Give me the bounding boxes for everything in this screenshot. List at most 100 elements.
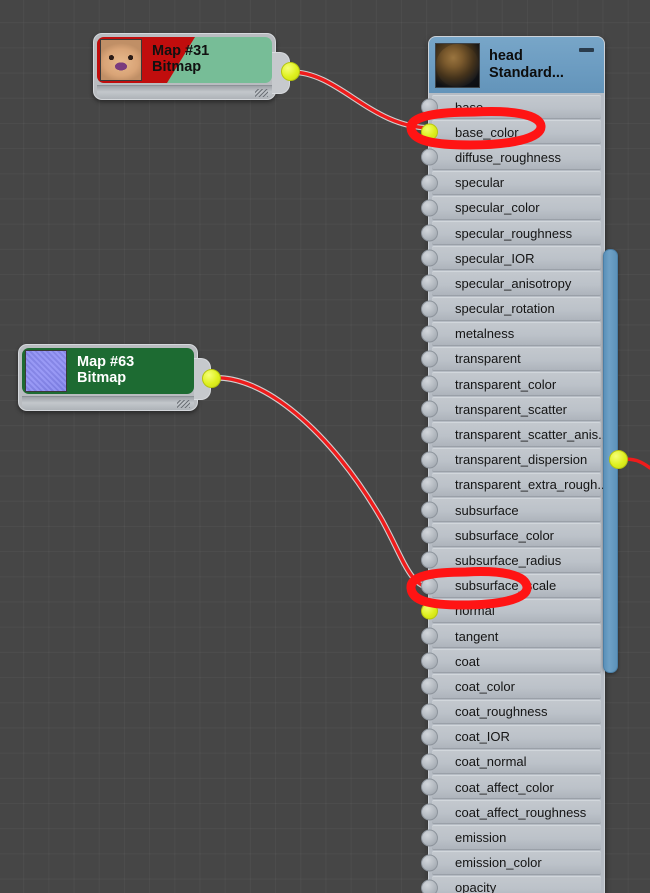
parameter-socket-transparent[interactable] (421, 350, 438, 368)
parameter-row[interactable]: emission (421, 825, 601, 850)
parameter-socket-tangent[interactable] (421, 627, 438, 645)
node-map63[interactable]: Map #63 Bitmap (18, 344, 198, 411)
parameter-row[interactable]: normal (421, 598, 601, 623)
parameter-row[interactable]: diffuse_roughness (421, 145, 601, 170)
parameter-row[interactable]: transparent_scatter (421, 397, 601, 422)
parameter-row[interactable]: specular_color (421, 195, 601, 220)
minimize-icon[interactable] (579, 48, 594, 52)
parameter-socket-specular[interactable] (421, 174, 438, 192)
parameter-socket-coat_affect_roughness[interactable] (421, 803, 438, 821)
parameter-row[interactable]: specular (421, 170, 601, 195)
parameter-socket-subsurface[interactable] (421, 501, 438, 519)
map63-thumbnail[interactable] (25, 350, 67, 392)
map31-header[interactable]: Map #31 Bitmap (97, 37, 272, 83)
parameter-row[interactable]: transparent (421, 346, 601, 372)
parameter-row[interactable]: coat_IOR (421, 724, 601, 749)
parameter-row[interactable]: coat_affect_color (421, 775, 601, 800)
parameter-row[interactable]: transparent_extra_rough... (421, 472, 608, 497)
material-node-title: head (489, 47, 523, 64)
wire-map63-to-normal-core (210, 376, 434, 590)
parameter-row[interactable]: metalness (421, 321, 601, 346)
parameter-socket-transparent_extra_rough[interactable] (421, 476, 438, 494)
parameter-socket-specular_anisotropy[interactable] (421, 274, 438, 292)
parameter-socket-transparent_scatter_anis[interactable] (421, 426, 438, 444)
parameter-row[interactable]: coat (421, 649, 601, 674)
parameter-label: subsurface_color (455, 527, 554, 543)
parameter-socket-coat_roughness[interactable] (421, 703, 438, 721)
parameter-row[interactable]: base (421, 95, 601, 120)
material-node-header[interactable]: head Standard... (429, 37, 604, 93)
material-sphere-preview[interactable] (435, 42, 480, 88)
resize-grip-icon[interactable] (255, 89, 268, 97)
parameter-socket-specular_ior[interactable] (421, 249, 438, 267)
parameter-row[interactable]: coat_roughness (421, 699, 601, 724)
map63-output-socket[interactable] (202, 369, 221, 388)
map31-subtitle: Bitmap (152, 59, 202, 75)
parameter-socket-subsurface_radius[interactable] (421, 551, 438, 569)
parameter-row[interactable]: transparent_color (421, 372, 601, 397)
node-head-standard-surface[interactable]: head Standard... base base_color diffuse_r… (421, 36, 609, 893)
parameter-socket-coat_color[interactable] (421, 677, 438, 695)
parameter-label: subsurface_scale (455, 578, 557, 594)
parameter-row[interactable]: coat_color (421, 674, 601, 699)
parameter-socket-specular_roughness[interactable] (421, 224, 438, 242)
parameter-row[interactable]: subsurface_scale (421, 573, 601, 598)
parameter-socket-coat_affect_color[interactable] (421, 778, 438, 796)
parameter-label: diffuse_roughness (455, 149, 562, 165)
parameter-socket-diffuse_roughness[interactable] (421, 148, 438, 166)
parameter-row[interactable]: base_color (421, 120, 601, 145)
parameter-row[interactable]: subsurface_radius (421, 548, 601, 573)
sphere-render (436, 43, 479, 87)
map31-footer[interactable] (97, 85, 272, 99)
parameter-socket-transparent_color[interactable] (421, 375, 438, 393)
parameter-socket-specular_rotation[interactable] (421, 300, 438, 318)
parameter-row[interactable]: tangent (421, 623, 601, 649)
parameter-socket-transparent_scatter[interactable] (421, 400, 438, 418)
parameter-socket-opacity[interactable] (421, 879, 438, 893)
face-texture-thumbnail (101, 40, 141, 80)
parameter-socket-normal[interactable] (421, 602, 438, 620)
parameter-socket-emission[interactable] (421, 829, 438, 847)
parameter-socket-specular_color[interactable] (421, 199, 438, 217)
parameter-label: subsurface_radius (455, 552, 562, 568)
parameter-row[interactable]: coat_normal (421, 749, 601, 775)
parameter-row[interactable]: specular_IOR (421, 246, 601, 271)
parameter-label: emission_color (455, 855, 542, 871)
parameter-row[interactable]: emission_color (421, 850, 601, 875)
material-node-subtitle: Standard... (489, 65, 564, 81)
node-editor-canvas[interactable]: Map #31 Bitmap Map #63 Bitmap head Stand… (0, 0, 650, 893)
parameter-row[interactable]: specular_roughness (421, 220, 601, 246)
parameter-row[interactable]: transparent_scatter_anis... (421, 422, 609, 447)
parameter-row[interactable]: specular_rotation (421, 296, 601, 321)
parameter-row[interactable]: transparent_dispersion (421, 447, 601, 472)
parameter-socket-coat_ior[interactable] (421, 728, 438, 746)
parameter-socket-transparent_dispersion[interactable] (421, 451, 438, 469)
parameter-socket-base_color[interactable] (421, 123, 438, 141)
map63-footer[interactable] (22, 396, 194, 410)
parameter-socket-coat[interactable] (421, 652, 438, 670)
node-map31[interactable]: Map #31 Bitmap (93, 33, 276, 100)
parameter-label: transparent_extra_rough... (455, 477, 609, 493)
parameter-label: metalness (455, 326, 515, 342)
parameter-socket-base[interactable] (421, 98, 438, 116)
map63-header[interactable]: Map #63 Bitmap (22, 348, 194, 394)
parameter-label: coat_color (455, 678, 515, 694)
parameter-label: specular_color (455, 200, 540, 216)
parameter-row[interactable]: opacity (421, 875, 601, 893)
parameter-label: coat_roughness (455, 704, 548, 720)
parameter-row[interactable]: coat_affect_roughness (421, 800, 601, 825)
map63-title: Map #63 (77, 354, 135, 371)
material-output-socket[interactable] (609, 450, 628, 469)
map31-output-socket[interactable] (281, 62, 300, 81)
parameter-socket-emission_color[interactable] (421, 854, 438, 872)
parameter-row[interactable]: subsurface_color (421, 523, 601, 548)
parameter-socket-coat_normal[interactable] (421, 753, 438, 771)
parameter-label: specular_rotation (455, 301, 555, 317)
parameter-row[interactable]: specular_anisotropy (421, 271, 601, 296)
map31-thumbnail[interactable] (100, 39, 142, 81)
parameter-socket-metalness[interactable] (421, 325, 438, 343)
parameter-row[interactable]: subsurface (421, 498, 601, 523)
resize-grip-icon[interactable] (177, 400, 190, 408)
parameter-socket-subsurface_color[interactable] (421, 526, 438, 544)
parameter-socket-subsurface_scale[interactable] (421, 577, 438, 595)
